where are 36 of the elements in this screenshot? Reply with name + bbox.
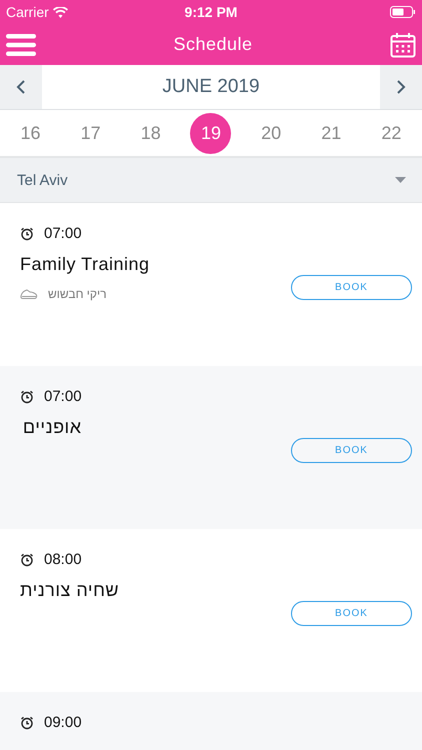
location-value: Tel Aviv xyxy=(17,172,68,188)
book-button[interactable]: BOOK xyxy=(291,601,412,626)
chevron-left-icon xyxy=(16,79,26,95)
location-dropdown[interactable]: Tel Aviv xyxy=(0,158,422,203)
class-title: Family Training xyxy=(20,254,150,275)
dropdown-caret-icon xyxy=(395,177,406,183)
month-label: JUNE 2019 xyxy=(42,65,380,109)
day-button[interactable]: 20 xyxy=(250,112,292,154)
alarm-clock-icon xyxy=(20,226,34,240)
class-time: 08:00 xyxy=(44,551,82,568)
day-button[interactable]: 18 xyxy=(130,112,172,154)
battery-icon xyxy=(390,6,416,18)
clock-time: 9:12 PM xyxy=(184,4,238,20)
instructor-name: ריקי חבשוש xyxy=(48,287,107,301)
class-time: 07:00 xyxy=(44,388,82,405)
day-button[interactable]: 22 xyxy=(370,112,412,154)
calendar-button[interactable] xyxy=(390,32,416,58)
carrier-label: Carrier xyxy=(6,4,49,20)
day-button[interactable]: 21 xyxy=(310,112,352,154)
alarm-clock-icon xyxy=(20,716,34,730)
chevron-right-icon xyxy=(396,79,406,95)
book-button[interactable]: BOOK xyxy=(291,275,412,300)
day-button[interactable]: 16 xyxy=(10,112,51,154)
screen-title: Schedule xyxy=(173,34,253,55)
sneaker-icon xyxy=(20,288,38,300)
class-title: שחיה צורנית xyxy=(20,580,120,601)
day-button[interactable]: 17 xyxy=(70,112,112,154)
alarm-clock-icon xyxy=(20,552,34,566)
class-time: 09:00 xyxy=(44,714,82,731)
alarm-clock-icon xyxy=(20,390,34,404)
class-title: אופניים xyxy=(22,417,82,438)
book-button[interactable]: BOOK xyxy=(291,438,412,463)
class-time: 07:00 xyxy=(44,225,82,242)
menu-button[interactable] xyxy=(6,32,36,56)
day-button[interactable]: 19 xyxy=(190,112,232,154)
wifi-icon xyxy=(52,6,68,18)
